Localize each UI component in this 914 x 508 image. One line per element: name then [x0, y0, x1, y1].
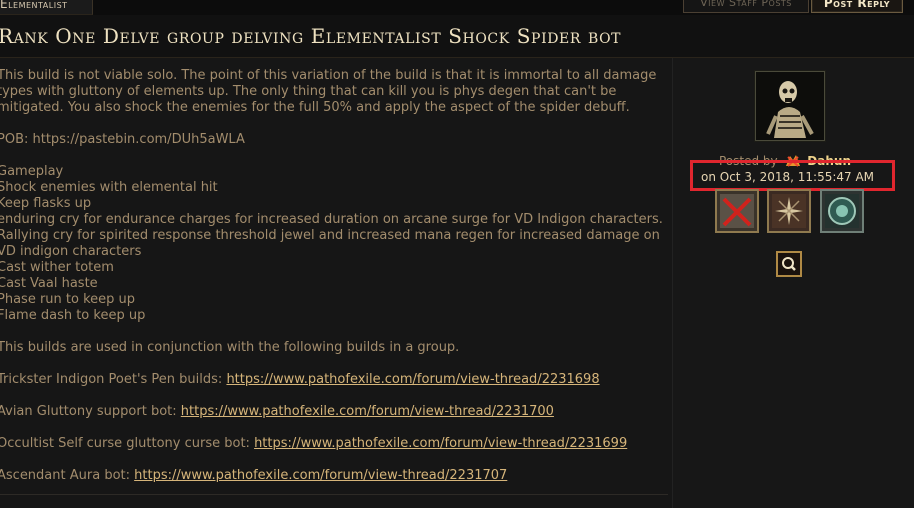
build-link[interactable]: https://www.pathofexile.com/forum/view-t… — [254, 436, 627, 451]
post-line: types with gluttony of elements up. The … — [0, 84, 617, 99]
post-line: Flame dash to keep up — [0, 308, 146, 323]
post-line: Keep flasks up — [0, 196, 92, 211]
skeleton-avatar-icon — [756, 72, 824, 140]
post-body: This build is not viable solo. The point… — [0, 68, 669, 484]
build-link[interactable]: https://www.pathofexile.com/forum/view-t… — [226, 372, 599, 387]
post-divider — [0, 494, 668, 495]
post-gap — [0, 324, 669, 340]
build-link-label: Trickster Indigon Poet's Pen builds: — [0, 372, 227, 387]
post-line: enduring cry for endurance charges for i… — [0, 212, 663, 227]
post-line: POB: https://pastebin.com/DUh5aWLA — [0, 132, 245, 147]
post-reply-button[interactable]: Post Reply — [811, 0, 903, 13]
achievement-badge[interactable] — [715, 189, 759, 233]
build-link-row: Occultist Self curse gluttony curse bot:… — [0, 436, 669, 452]
post-line: Cast Vaal haste — [0, 276, 98, 291]
build-link[interactable]: https://www.pathofexile.com/forum/view-t… — [181, 404, 554, 419]
post-line: Cast wither totem — [0, 260, 114, 275]
achievement-badge[interactable] — [767, 189, 811, 233]
ornate-seal-achievement-icon — [825, 194, 859, 228]
post-gap — [0, 148, 669, 164]
post-line: VD indigon characters — [0, 244, 142, 259]
post-gap — [0, 356, 669, 372]
build-link-label: Occultist Self curse gluttony curse bot: — [0, 436, 255, 451]
post-line: Shock enemies with elemental hit — [0, 180, 218, 195]
view-staff-posts-button[interactable]: View Staff Posts — [683, 0, 809, 13]
post-gap — [0, 388, 669, 404]
crossed-out-achievement-icon — [720, 194, 754, 228]
post-line: This builds are used in conjunction with… — [0, 340, 460, 355]
thread-title: Rank One Delve group delving Elementalis… — [0, 24, 622, 48]
build-link[interactable]: https://www.pathofexile.com/forum/view-t… — [134, 468, 507, 483]
build-link-label: Ascendant Aura bot: — [0, 468, 135, 483]
post-line: mitigated. You also shock the enemies fo… — [0, 100, 630, 115]
post-line: This build is not viable solo. The point… — [0, 68, 657, 83]
search-icon — [782, 257, 796, 271]
search-posts-button[interactable] — [776, 251, 802, 277]
build-link-row: Trickster Indigon Poet's Pen builds: htt… — [0, 372, 669, 388]
timestamp-highlight-box — [690, 160, 895, 191]
post-line: Rallying cry for spirited response thres… — [0, 228, 660, 243]
achievement-badge[interactable] — [820, 189, 864, 233]
post-gap — [0, 116, 669, 132]
post-gap — [0, 452, 669, 468]
post-line: Gameplay — [0, 164, 64, 179]
build-link-label: Avian Gluttony support bot: — [0, 404, 181, 419]
avatar[interactable] — [755, 71, 825, 141]
post-line: Phase run to keep up — [0, 292, 136, 307]
post-gap — [0, 420, 669, 436]
build-link-row: Ascendant Aura bot: https://www.pathofex… — [0, 468, 669, 484]
forum-tab-elementalist[interactable]: Elementalist — [0, 0, 93, 15]
compass-star-achievement-icon — [772, 194, 806, 228]
build-link-row: Avian Gluttony support bot: https://www.… — [0, 404, 669, 420]
top-bar: Elementalist View Staff Posts Post Reply — [0, 0, 914, 15]
